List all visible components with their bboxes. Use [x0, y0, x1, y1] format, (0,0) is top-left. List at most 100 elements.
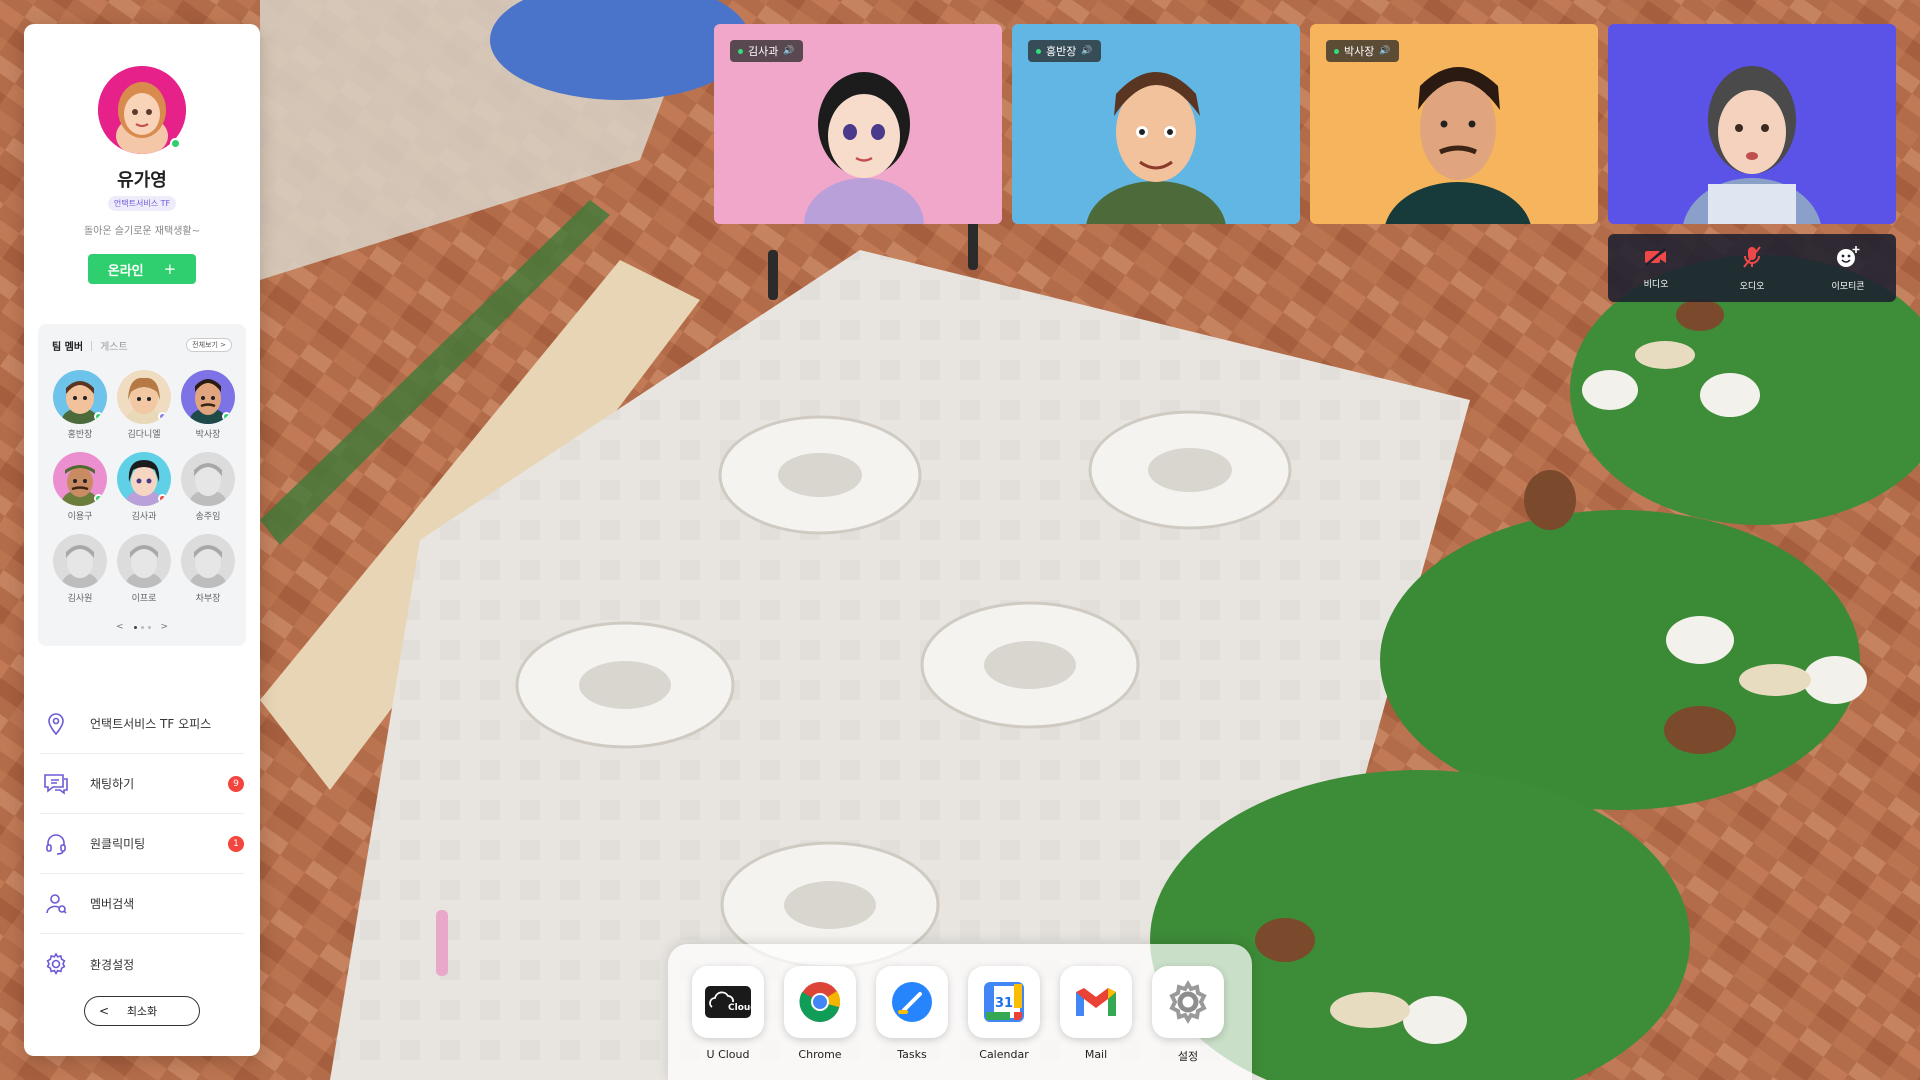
video-tile[interactable]: 홍반장 🔊: [1012, 24, 1300, 224]
ucloud-icon: Cloud: [692, 966, 764, 1038]
svg-text:31: 31: [995, 996, 1013, 1011]
menu-label: 채팅하기: [90, 777, 135, 791]
video-off-icon: [1643, 247, 1669, 271]
minimize-button[interactable]: < 최소화: [84, 996, 200, 1026]
participant-label: 홍반장 🔊: [1028, 40, 1101, 62]
menu-label: 원클릭미팅: [90, 837, 146, 851]
menu-office[interactable]: 언택트서비스 TF 오피스: [40, 694, 244, 754]
online-dot: [1036, 48, 1041, 54]
member-name: 송주임: [195, 512, 221, 522]
dock-label: Calendar: [979, 1048, 1029, 1061]
member-avatar: [117, 534, 171, 588]
member-item[interactable]: 차부장: [176, 534, 240, 604]
video-tile[interactable]: 김사과 🔊: [714, 24, 1002, 224]
view-all-button[interactable]: 전체보기 >: [186, 338, 232, 352]
dock-label: 설정: [1177, 1050, 1199, 1063]
participant-label: 김사과 🔊: [730, 40, 803, 62]
pager-prev-button[interactable]: <: [116, 622, 124, 632]
side-menu: 언택트서비스 TF 오피스 채팅하기 9 원클릭미팅 1 멤버검색 환경설정: [40, 694, 244, 994]
video-tile[interactable]: 박사장 🔊: [1310, 24, 1598, 224]
gear-icon: [42, 950, 70, 978]
team-members-box: 팀 멤버 게스트 전체보기 > 홍반장 김다니엘 박사장 이용구 김사과 송주임…: [38, 324, 246, 646]
dock-app-settings[interactable]: 설정: [1152, 966, 1224, 1064]
member-avatar: [53, 534, 107, 588]
online-status-dot: [94, 494, 103, 503]
chat-icon: [42, 770, 70, 798]
member-name: 차부장: [195, 594, 221, 604]
my-status-indicator: [170, 138, 181, 149]
member-avatar: [181, 370, 235, 424]
menu-one-click-meeting[interactable]: 원클릭미팅 1: [40, 814, 244, 874]
video-toggle-button[interactable]: 비디오: [1616, 247, 1696, 290]
pager-dot[interactable]: [133, 625, 137, 629]
dock-app-tasks[interactable]: Tasks: [876, 966, 948, 1061]
member-item[interactable]: 김사과: [112, 452, 176, 522]
participant-label: 박사장 🔊: [1326, 40, 1399, 62]
member-item[interactable]: 송주임: [176, 452, 240, 522]
pager-dot[interactable]: [147, 625, 151, 629]
member-item[interactable]: 이프로: [112, 534, 176, 604]
participant-name: 홍반장: [1046, 45, 1077, 58]
menu-settings[interactable]: 환경설정: [40, 934, 244, 994]
menu-member-search[interactable]: 멤버검색: [40, 874, 244, 934]
participant-name: 박사장: [1344, 45, 1375, 58]
tab-team-members[interactable]: 팀 멤버: [52, 338, 83, 353]
member-item[interactable]: 이용구: [48, 452, 112, 522]
audio-toggle-button[interactable]: 오디오: [1712, 245, 1792, 292]
chevron-left-icon: <: [99, 1004, 110, 1018]
menu-label: 멤버검색: [90, 897, 135, 911]
participant-name: 김사과: [748, 45, 779, 58]
member-avatar: [181, 534, 235, 588]
tasks-icon: [876, 966, 948, 1038]
online-status-dot: [94, 412, 103, 421]
member-avatar: [117, 370, 171, 424]
dock-label: Tasks: [897, 1048, 927, 1061]
online-dot: [1334, 48, 1339, 54]
profile-panel: 유가영 언택트서비스 TF 돌아온 슬기로운 재택생활~ 온라인 + 팀 멤버 …: [24, 24, 260, 1056]
menu-label: 언택트서비스 TF 오피스: [90, 717, 212, 731]
online-dot: [738, 48, 743, 54]
emoji-add-icon: [1835, 245, 1861, 273]
team-badge: 언택트서비스 TF: [108, 196, 176, 211]
control-label: 비디오: [1643, 279, 1669, 290]
member-name: 홍반장: [67, 430, 93, 440]
member-item[interactable]: 김사원: [48, 534, 112, 604]
member-avatar: [53, 370, 107, 424]
chat-unread-badge: 9: [228, 775, 244, 792]
my-video-tile[interactable]: [1608, 24, 1896, 224]
dock-label: Chrome: [798, 1048, 842, 1061]
speaker-icon: 🔊: [1379, 46, 1391, 56]
emoji-button[interactable]: 이모티콘: [1808, 245, 1888, 292]
chrome-icon: [784, 966, 856, 1038]
speaker-icon: 🔊: [1081, 46, 1093, 56]
away-status-dot: [158, 412, 167, 421]
profile-name: 유가영: [117, 170, 167, 191]
member-avatar: [117, 452, 171, 506]
calendar-icon: 31: [968, 966, 1040, 1038]
pager-next-button[interactable]: >: [161, 622, 169, 632]
member-item[interactable]: 김다니엘: [112, 370, 176, 440]
member-avatar: [53, 452, 107, 506]
menu-chat[interactable]: 채팅하기 9: [40, 754, 244, 814]
settings-icon: [1152, 966, 1224, 1038]
member-item[interactable]: 박사장: [176, 370, 240, 440]
dock-app-mail[interactable]: Mail: [1060, 966, 1132, 1061]
headset-icon: [42, 830, 70, 858]
member-grid: 홍반장 김다니엘 박사장 이용구 김사과 송주임 김사원 이프로 차부장: [48, 370, 238, 604]
member-avatar: [181, 452, 235, 506]
member-name: 박사장: [195, 430, 221, 440]
pager-dot[interactable]: [140, 625, 144, 629]
member-item[interactable]: 홍반장: [48, 370, 112, 440]
dock-app-chrome[interactable]: Chrome: [784, 966, 856, 1061]
online-status-button[interactable]: 온라인 +: [88, 254, 196, 284]
dock-app-calendar[interactable]: 31 Calendar: [968, 966, 1040, 1061]
online-status-dot: [222, 412, 231, 421]
online-status-label: 온라인: [107, 263, 144, 279]
busy-status-dot: [158, 494, 167, 503]
pager-dots: [133, 625, 151, 629]
tab-guests[interactable]: 게스트: [100, 338, 128, 353]
dock-app-ucloud[interactable]: Cloud U Cloud: [692, 966, 764, 1061]
minimize-label: 최소화: [126, 1005, 158, 1018]
member-name: 이프로: [131, 594, 157, 604]
member-search-icon: [42, 890, 70, 918]
